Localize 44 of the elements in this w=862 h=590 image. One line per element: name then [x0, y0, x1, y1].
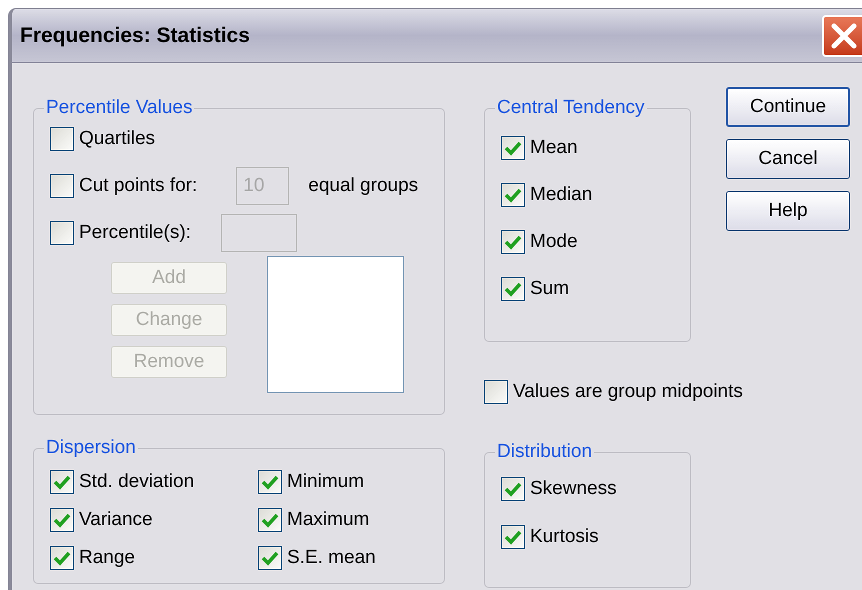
- checkbox[interactable]: [501, 230, 525, 254]
- checkbox-label: Std. deviation: [79, 470, 194, 494]
- checkbox-label: Median: [530, 182, 592, 207]
- dialog-button[interactable]: Help: [726, 191, 850, 231]
- checkbox-label: Percentile(s):: [79, 220, 191, 245]
- checkbox[interactable]: [258, 508, 282, 532]
- checkbox[interactable]: [501, 477, 525, 501]
- group-title: Percentile Values: [45, 97, 194, 119]
- checkbox-label: Values are group midpoints: [513, 380, 743, 404]
- checkbox[interactable]: [50, 508, 74, 532]
- checkbox[interactable]: [258, 470, 282, 494]
- checkbox[interactable]: [50, 221, 74, 245]
- checkbox-label: Sum: [530, 276, 570, 301]
- checkbox-label: S.E. mean: [287, 546, 376, 570]
- checkbox[interactable]: [258, 546, 282, 570]
- checkbox[interactable]: [501, 183, 525, 207]
- close-icon: [830, 22, 858, 50]
- checkbox-label: Maximum: [287, 508, 370, 532]
- checkbox-label: Range: [79, 546, 135, 570]
- checkbox[interactable]: [50, 546, 74, 570]
- checkbox-label: Quartiles: [79, 126, 156, 151]
- checkbox-label: Skewness: [530, 476, 617, 501]
- dialog-button[interactable]: Cancel: [726, 139, 850, 179]
- checkbox[interactable]: [501, 525, 525, 549]
- checkbox-label: Mode: [530, 230, 578, 254]
- checkbox-label: Minimum: [287, 470, 364, 494]
- group-title: Dispersion: [45, 437, 137, 459]
- close-button[interactable]: [822, 14, 862, 56]
- field-suffix: equal groups: [308, 174, 418, 198]
- checkbox[interactable]: [501, 136, 525, 160]
- checkbox[interactable]: [50, 174, 74, 198]
- checkbox[interactable]: [50, 470, 74, 494]
- checkbox[interactable]: [484, 380, 508, 404]
- group-title: Distribution: [496, 441, 594, 463]
- checkbox[interactable]: [50, 127, 74, 151]
- checkbox-label: Variance: [79, 508, 153, 532]
- list-box[interactable]: [267, 256, 404, 393]
- checkbox[interactable]: [501, 277, 525, 301]
- group-title: Central Tendency: [496, 97, 646, 119]
- dialog-button[interactable]: Continue: [726, 87, 850, 127]
- checkbox-label: Mean: [530, 136, 578, 160]
- checkbox-label: Cut points for:: [79, 174, 198, 198]
- checkbox-label: Kurtosis: [530, 524, 599, 549]
- window-title: Frequencies: Statistics: [20, 22, 250, 49]
